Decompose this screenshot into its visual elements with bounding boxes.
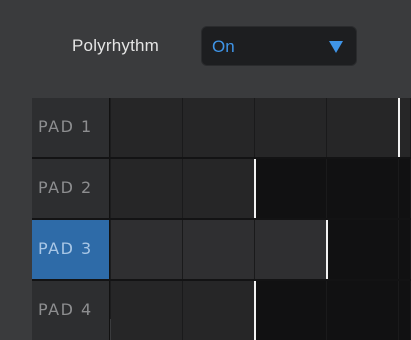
step-cell[interactable] — [183, 220, 255, 279]
step-cell[interactable] — [111, 98, 183, 157]
pad-label-2[interactable]: PAD 2 — [32, 159, 110, 218]
step-cell[interactable] — [255, 220, 327, 279]
step-cell[interactable] — [183, 98, 255, 157]
pad-steps — [111, 98, 411, 157]
step-cell[interactable] — [111, 281, 183, 340]
step-cell[interactable] — [399, 159, 411, 218]
step-cell[interactable] — [256, 159, 327, 218]
pad-steps — [111, 159, 411, 218]
pad-label-3[interactable]: PAD 3 — [32, 220, 110, 279]
pad-steps — [111, 220, 411, 279]
step-cell[interactable] — [256, 281, 327, 340]
step-cell[interactable] — [183, 159, 255, 218]
step-cell[interactable] — [111, 220, 183, 279]
pad-row-2: PAD 2 — [32, 159, 411, 218]
step-cell[interactable] — [111, 159, 183, 218]
pad-label-1[interactable]: PAD 1 — [32, 98, 110, 157]
triangle-down-icon — [329, 41, 343, 53]
pad-label-text: PAD 2 — [38, 178, 93, 197]
pad-step-grid: PAD 1 PAD 2 PAD 3 PAD 4 — [32, 98, 411, 340]
step-cell[interactable] — [327, 159, 399, 218]
pad-label-text: PAD 4 — [38, 300, 93, 319]
row-divider — [32, 279, 411, 281]
pad-label-text: PAD 3 — [38, 239, 93, 258]
pad-row-1: PAD 1 — [32, 98, 411, 157]
step-cell[interactable] — [327, 98, 399, 157]
pad-label-text: PAD 1 — [38, 117, 93, 136]
polyrhythm-label: Polyrhythm — [72, 36, 160, 55]
row-divider — [32, 218, 411, 220]
pad-label-4[interactable]: PAD 4 — [32, 281, 110, 340]
polyrhythm-dropdown[interactable]: On — [201, 26, 357, 66]
step-cell[interactable] — [183, 281, 255, 340]
step-cell[interactable] — [255, 98, 327, 157]
step-cell[interactable] — [399, 220, 411, 279]
step-cell[interactable] — [327, 281, 399, 340]
polyrhythm-value: On — [212, 37, 235, 56]
step-cell[interactable] — [399, 281, 411, 340]
pad-steps — [111, 281, 411, 340]
row-divider — [32, 157, 411, 159]
step-cell[interactable] — [400, 98, 411, 157]
pad-row-4: PAD 4 — [32, 281, 411, 340]
polyrhythm-toolbar: Polyrhythm On — [0, 0, 411, 90]
step-cell[interactable] — [328, 220, 399, 279]
pad-row-3: PAD 3 — [32, 220, 411, 279]
